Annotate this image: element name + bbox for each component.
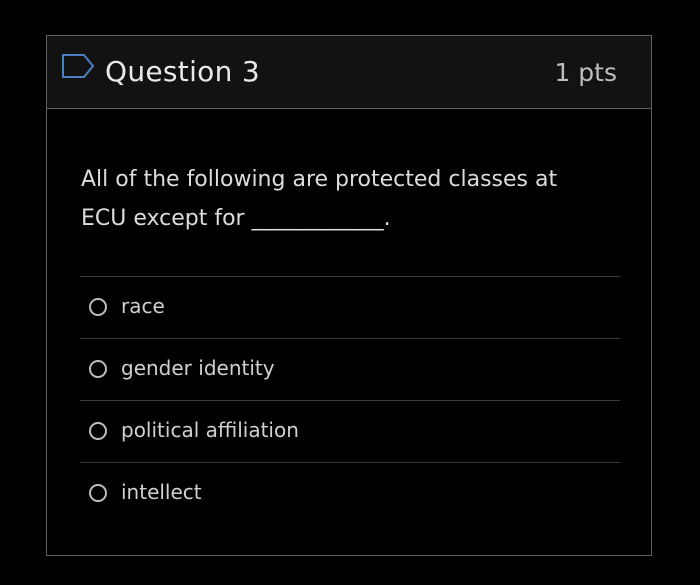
answer-option-political-affiliation[interactable]: political affiliation [80, 400, 620, 462]
radio-button[interactable] [89, 484, 107, 502]
question-prompt-line-1: All of the following are protected class… [81, 167, 558, 192]
question-prompt-line-2: ECU except for ____________. [81, 206, 391, 231]
radio-button[interactable] [89, 422, 107, 440]
answer-option-intellect[interactable]: intellect [80, 462, 620, 524]
radio-button[interactable] [89, 360, 107, 378]
question-points: 1 pts [554, 58, 617, 87]
question-header: Question 3 1 pts [47, 36, 651, 109]
answer-option-race[interactable]: race [80, 276, 620, 338]
answer-label[interactable]: intellect [121, 479, 202, 505]
flag-question-icon[interactable] [60, 52, 96, 82]
answer-list: race gender identity political affiliati… [80, 276, 620, 524]
answer-option-gender-identity[interactable]: gender identity [80, 338, 620, 400]
answer-label[interactable]: race [121, 293, 165, 319]
question-title: Question 3 [105, 55, 260, 88]
answer-label[interactable]: gender identity [121, 355, 275, 381]
question-prompt: All of the following are protected class… [81, 160, 601, 238]
radio-button[interactable] [89, 298, 107, 316]
question-card: Question 3 1 pts All of the following ar… [46, 35, 652, 556]
answer-label[interactable]: political affiliation [121, 417, 299, 443]
